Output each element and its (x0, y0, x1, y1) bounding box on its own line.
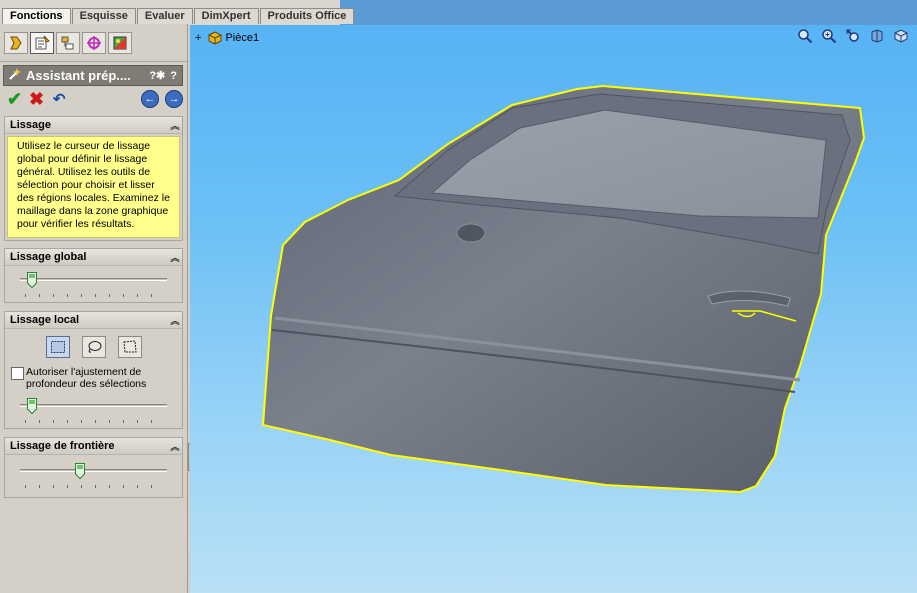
configuration-manager-icon[interactable] (56, 31, 80, 54)
command-manager-tabs: Fonctions Esquisse Evaluer DimXpert Prod… (2, 8, 355, 25)
selection-tools (5, 329, 182, 362)
tab-dimxpert[interactable]: DimXpert (193, 8, 259, 24)
graphics-area[interactable]: + Pièce1 (190, 25, 917, 593)
depth-adjust-checkbox[interactable] (11, 367, 24, 380)
mirror-mount (456, 223, 486, 243)
tab-fonctions[interactable]: Fonctions (2, 8, 71, 25)
slider-ticks (25, 294, 165, 297)
collapse-icon[interactable]: ︽ (168, 440, 182, 453)
slider-ticks (25, 420, 165, 423)
section-lissage-frontiere-header[interactable]: Lissage de frontière ︽ (5, 438, 182, 455)
collapse-icon[interactable]: ︽ (168, 314, 182, 327)
property-manager-panel: Assistant prép.... ?✱ ? ✔ ✖ ↶ ← → Lissag… (0, 24, 188, 593)
section-lissage-global-title: Lissage global (10, 251, 87, 263)
whats-wrong-icon[interactable]: ?✱ (149, 69, 165, 82)
next-page-button[interactable]: → (165, 90, 183, 108)
slider-thumb[interactable] (26, 398, 37, 414)
slider-track (20, 404, 167, 407)
mesh-model[interactable] (190, 25, 917, 593)
slider-track (20, 278, 167, 281)
lasso-selection-icon[interactable] (81, 336, 106, 358)
property-manager-title: Assistant prép.... (26, 68, 131, 83)
section-lissage-title: Lissage (10, 119, 51, 131)
section-lissage-local-header[interactable]: Lissage local ︽ (5, 312, 182, 329)
section-lissage-local: Lissage local ︽ Autoriser l'ajustement d… (4, 311, 183, 429)
slider-thumb[interactable] (26, 272, 37, 288)
section-lissage-frontiere: Lissage de frontière ︽ (4, 437, 183, 498)
display-manager-icon[interactable] (108, 31, 132, 54)
property-manager-icon[interactable] (30, 31, 54, 54)
help-button[interactable]: ? (170, 70, 177, 82)
section-lissage-global-header[interactable]: Lissage global ︽ (5, 249, 182, 266)
polygon-selection-icon[interactable] (117, 336, 142, 358)
collapse-icon[interactable]: ︽ (168, 119, 182, 132)
tab-evaluer[interactable]: Evaluer (136, 8, 193, 24)
section-lissage-frontiere-title: Lissage de frontière (10, 440, 115, 452)
manager-tab-strip (0, 24, 187, 62)
instruction-note: Utilisez le curseur de lissage global po… (7, 136, 180, 238)
tab-produits-office[interactable]: Produits Office (259, 8, 355, 24)
tab-esquisse[interactable]: Esquisse (71, 8, 136, 24)
section-lissage: Lissage ︽ Utilisez le curseur de lissage… (4, 116, 183, 241)
global-smoothing-slider[interactable] (5, 266, 182, 302)
section-lissage-header[interactable]: Lissage ︽ (5, 117, 182, 134)
undo-button[interactable]: ↶ (53, 90, 75, 108)
depth-adjust-label: Autoriser l'ajustement de profondeur des… (26, 366, 147, 390)
slider-thumb[interactable] (74, 463, 85, 479)
command-manager-tabbar: Fonctions Esquisse Evaluer DimXpert Prod… (0, 0, 917, 25)
cancel-button[interactable]: ✖ (29, 89, 53, 110)
wizard-icon (8, 67, 22, 84)
slider-track (20, 469, 167, 472)
box-selection-icon[interactable] (45, 336, 70, 358)
ok-button[interactable]: ✔ (7, 89, 29, 110)
slider-ticks (25, 485, 165, 488)
feature-manager-icon[interactable] (4, 31, 28, 54)
section-lissage-global: Lissage global ︽ (4, 248, 183, 303)
property-manager-header: Assistant prép.... ?✱ ? (3, 65, 183, 86)
depth-adjust-row: Autoriser l'ajustement de profondeur des… (5, 362, 182, 392)
section-lissage-local-title: Lissage local (10, 314, 80, 326)
property-manager-actions: ✔ ✖ ↶ ← → (0, 86, 187, 112)
dimxpert-manager-icon[interactable] (82, 31, 106, 54)
local-smoothing-slider[interactable] (5, 392, 182, 428)
collapse-icon[interactable]: ︽ (168, 251, 182, 264)
previous-page-button[interactable]: ← (141, 90, 159, 108)
boundary-smoothing-slider[interactable] (5, 455, 182, 497)
